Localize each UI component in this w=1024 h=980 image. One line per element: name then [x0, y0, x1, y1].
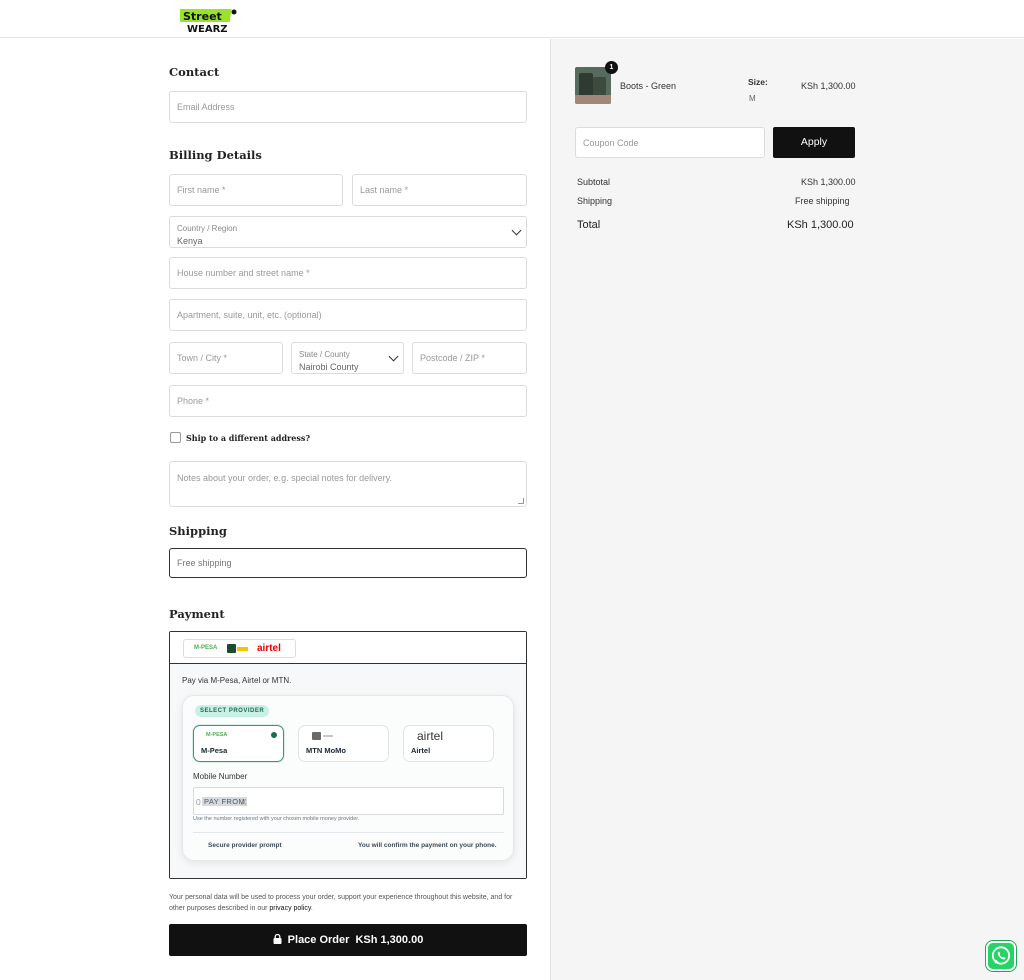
mpesa-logo: M-PESA: [206, 732, 228, 738]
first-name-placeholder: First name *: [177, 185, 226, 195]
payment-title: Payment: [169, 607, 225, 621]
shipping-value: Free shipping: [177, 558, 232, 568]
provider-airtel[interactable]: airtel Airtel: [403, 725, 494, 762]
payment-method-box: M-PESA airtel Pay via M-Pesa, Airtel or …: [169, 631, 527, 879]
whatsapp-chat-button[interactable]: [986, 941, 1016, 971]
privacy-period: .: [310, 905, 313, 912]
provider-mtn-label: MTN MoMo: [306, 746, 346, 755]
place-order-button[interactable]: Place Order KSh 1,300.00: [169, 924, 527, 956]
mpesa-logo: M-PESA: [194, 645, 218, 651]
payment-body: Pay via M-Pesa, Airtel or MTN. SELECT PR…: [170, 664, 526, 878]
payment-method-header[interactable]: M-PESA airtel: [170, 632, 526, 664]
provider-airtel-label: Airtel: [411, 746, 431, 755]
first-name-field[interactable]: First name *: [169, 174, 343, 206]
selected-indicator: [271, 732, 277, 738]
billing-title: Billing Details: [169, 148, 262, 162]
total-value: KSh 1,300.00: [787, 219, 854, 231]
size-value: M: [749, 94, 756, 103]
momo-logo-icon: [323, 735, 333, 737]
last-name-placeholder: Last name *: [360, 185, 409, 195]
state-select[interactable]: State / County Nairobi County: [291, 342, 404, 374]
payment-intro: Pay via M-Pesa, Airtel or MTN.: [182, 676, 292, 685]
ship-different-label[interactable]: Ship to a different address?: [186, 433, 310, 443]
product-thumbnail: [575, 67, 611, 104]
mobile-placeholder-prefix: 0: [196, 797, 201, 807]
apply-coupon-button[interactable]: Apply: [773, 127, 855, 158]
svg-text:WEARZ: WEARZ: [187, 24, 228, 34]
country-value: Kenya: [177, 236, 203, 246]
shipping-method[interactable]: Free shipping: [169, 548, 527, 578]
provider-mpesa-label: M-Pesa: [201, 746, 228, 755]
postcode-field[interactable]: Postcode / ZIP *: [412, 342, 527, 374]
chevron-down-icon: [388, 351, 399, 362]
last-name-field[interactable]: Last name *: [352, 174, 527, 206]
street-placeholder: House number and street name *: [177, 268, 310, 278]
provider-card: SELECT PROVIDER M-PESA M-Pesa MTN MoMo a…: [182, 695, 514, 861]
product-name: Boots - Green: [620, 81, 677, 91]
country-select[interactable]: Country / Region Kenya: [169, 216, 527, 248]
site-logo[interactable]: Street WEARZ: [177, 6, 238, 35]
svg-text:Street: Street: [183, 10, 222, 23]
street-field[interactable]: House number and street name *: [169, 257, 527, 289]
provider-mpesa[interactable]: M-PESA M-Pesa: [193, 725, 284, 762]
phone-field[interactable]: Phone *: [169, 385, 527, 417]
subtotal-value: KSh 1,300.00: [801, 177, 856, 187]
resize-handle-icon[interactable]: [518, 498, 524, 504]
coupon-placeholder: Coupon Code: [583, 137, 639, 148]
email-field[interactable]: Email Address: [169, 91, 527, 123]
chevron-down-icon: [511, 225, 522, 236]
select-provider-tag: SELECT PROVIDER: [195, 705, 270, 717]
total-label: Total: [577, 219, 601, 231]
shipping-label: Shipping: [577, 196, 613, 206]
mobile-number-label: Mobile Number: [193, 772, 248, 781]
order-notes-textarea[interactable]: Notes about your order, e.g. special not…: [169, 461, 527, 507]
apartment-placeholder: Apartment, suite, unit, etc. (optional): [177, 310, 322, 320]
subtotal-label: Subtotal: [577, 177, 611, 187]
place-order-label: Place Order: [287, 934, 350, 946]
whatsapp-icon: [988, 946, 1014, 973]
mobile-help-text: Use the number registered with your chos…: [193, 816, 360, 822]
airtel-logo: airtel: [417, 729, 444, 743]
privacy-text: Your personal data will be used to proce…: [169, 894, 513, 912]
place-order-amount: KSh 1,300.00: [355, 934, 424, 946]
notes-placeholder: Notes about your order, e.g. special not…: [177, 473, 392, 483]
apartment-field[interactable]: Apartment, suite, unit, etc. (optional): [169, 299, 527, 331]
contact-title: Contact: [169, 65, 220, 79]
product-price: KSh 1,300.00: [801, 81, 856, 91]
provider-mtn[interactable]: MTN MoMo: [298, 725, 389, 762]
momo-logo-icon: [237, 647, 248, 651]
airtel-logo: airtel: [257, 643, 281, 654]
country-label: Country / Region: [177, 224, 238, 233]
quantity-badge: 1: [605, 61, 618, 74]
order-summary-panel: [550, 39, 1024, 980]
privacy-policy-link[interactable]: privacy policy: [269, 905, 311, 912]
phone-placeholder: Phone *: [177, 396, 210, 406]
mobile-placeholder-suffix: X: [241, 797, 247, 807]
lock-icon: [273, 933, 282, 947]
privacy-notice: Your personal data will be used to proce…: [169, 892, 527, 914]
confirm-phone-note: You will confirm the payment on your pho…: [358, 842, 497, 849]
ship-different-checkbox[interactable]: [170, 432, 181, 443]
mtn-logo-icon: [227, 644, 236, 653]
state-label: State / County: [299, 350, 350, 359]
secure-prompt-note: Secure provider prompt: [208, 842, 282, 849]
mobile-number-input[interactable]: 0 PAY FROM X: [193, 787, 504, 815]
town-field[interactable]: Town / City *: [169, 342, 283, 374]
postcode-placeholder: Postcode / ZIP *: [420, 353, 485, 363]
town-placeholder: Town / City *: [177, 353, 228, 363]
shipping-value: Free shipping: [795, 196, 850, 206]
mtn-logo-icon: [312, 732, 321, 740]
size-label: Size:: [748, 77, 768, 87]
coupon-input[interactable]: Coupon Code: [575, 127, 765, 158]
divider: [193, 832, 504, 833]
payment-logos: M-PESA airtel: [183, 639, 296, 658]
state-value: Nairobi County: [299, 362, 359, 372]
shipping-title: Shipping: [169, 524, 227, 538]
site-header: Street WEARZ: [0, 0, 1024, 38]
email-placeholder: Email Address: [177, 102, 235, 112]
